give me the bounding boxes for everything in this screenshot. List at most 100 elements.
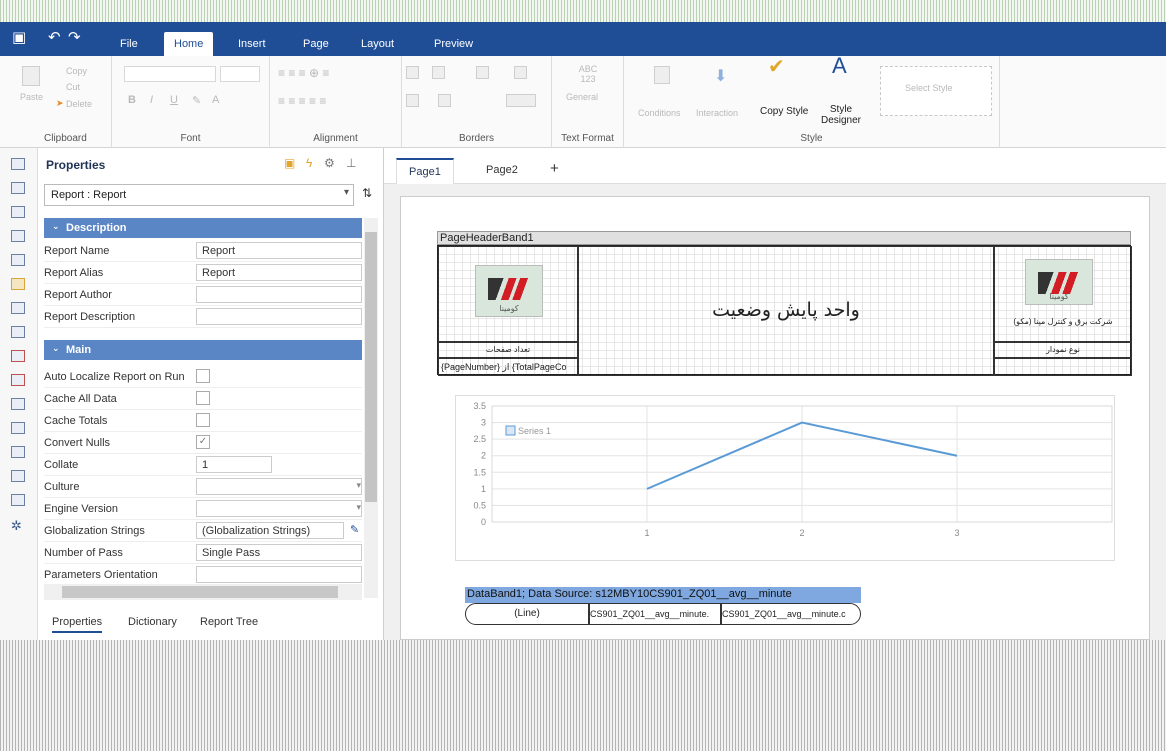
horizontal-scrollbar[interactable]	[44, 584, 362, 600]
cache-all-checkbox[interactable]	[196, 391, 210, 405]
empty-cell[interactable]	[994, 358, 1132, 376]
value-cell-2[interactable]: CS901_ZQ01__avg__minute.c	[721, 603, 861, 625]
number-of-pass-select[interactable]: Single Pass	[196, 544, 362, 561]
scroll-thumb[interactable]	[62, 586, 338, 598]
paste-button[interactable]: Paste	[20, 92, 43, 102]
rich-text-icon[interactable]	[11, 374, 25, 386]
category-description[interactable]: ⌄ Description	[44, 218, 362, 238]
chart-type-cell[interactable]: نوع نمودار	[994, 342, 1132, 358]
border-style-icon[interactable]	[506, 94, 536, 107]
events-icon[interactable]: ▣	[284, 156, 295, 170]
interaction-button[interactable]: Interaction	[696, 108, 738, 118]
tab-home[interactable]: Home	[164, 32, 214, 56]
left-logo-cell[interactable]: کومینا	[438, 246, 578, 342]
save-icon[interactable]: ▣	[12, 30, 26, 46]
font-size-select[interactable]	[220, 66, 260, 82]
engine-version-select[interactable]: ▾	[196, 500, 362, 517]
parameters-orientation-select[interactable]	[196, 566, 362, 583]
globalization-input[interactable]: (Globalization Strings)	[196, 522, 344, 539]
scroll-thumb[interactable]	[365, 232, 377, 502]
image-icon[interactable]	[11, 326, 25, 338]
align-top-icons[interactable]: ≡ ≡ ≡ ⊕ ≡	[278, 66, 329, 80]
copy-style-button[interactable]: Copy Style	[760, 106, 808, 117]
data-band[interactable]: DataBand1; Data Source: s12MBY10CS901_ZQ…	[465, 587, 861, 641]
tab-insert[interactable]: Insert	[238, 38, 266, 50]
subreport-icon[interactable]	[11, 254, 25, 266]
pin-icon[interactable]: ⊥	[346, 156, 356, 170]
cross-band-icon[interactable]	[11, 182, 25, 194]
border-none-icon[interactable]	[406, 66, 419, 79]
tab-file[interactable]: File	[120, 38, 138, 50]
font-name-select[interactable]	[124, 66, 216, 82]
convert-nulls-checkbox[interactable]: ✓	[196, 435, 210, 449]
tab-preview[interactable]: Preview	[434, 38, 473, 50]
conditions-button[interactable]: Conditions	[638, 108, 681, 118]
cut-button[interactable]: Cut	[66, 82, 80, 92]
interaction-icon[interactable]: ⬇	[714, 66, 727, 86]
bold-icon[interactable]: B	[128, 94, 136, 106]
border-outside-icon[interactable]	[476, 66, 489, 79]
checkbox-tool-icon[interactable]	[11, 422, 25, 434]
copy-style-icon[interactable]: ✔	[768, 57, 785, 77]
culture-select[interactable]: ▾	[196, 478, 362, 495]
pages-label-cell[interactable]: تعداد صفحات	[438, 342, 578, 358]
report-name-input[interactable]: Report	[196, 242, 362, 259]
map-icon[interactable]	[11, 494, 25, 506]
fill-color-icon[interactable]	[438, 94, 451, 107]
band-icon[interactable]	[11, 158, 25, 170]
vertical-scrollbar[interactable]	[364, 218, 378, 598]
select-style-box[interactable]: Select Style	[880, 66, 992, 116]
report-description-input[interactable]	[196, 308, 362, 325]
page-header-band-title[interactable]: PageHeaderBand1	[437, 231, 1131, 245]
auto-localize-checkbox[interactable]	[196, 369, 210, 383]
delete-icon[interactable]: ➤	[56, 98, 64, 109]
panel-icon[interactable]	[11, 230, 25, 242]
zipcode-icon[interactable]	[11, 470, 25, 482]
report-author-input[interactable]	[196, 286, 362, 303]
style-designer-icon[interactable]: A	[832, 55, 847, 77]
underline-icon[interactable]: U	[170, 94, 178, 106]
barcode-icon[interactable]	[11, 446, 25, 458]
border-all-icon[interactable]	[432, 66, 445, 79]
font-color-icon[interactable]: A	[212, 94, 219, 106]
line-cell[interactable]: (Line)	[465, 603, 589, 625]
redo-icon[interactable]: ↷	[68, 30, 81, 46]
delete-button[interactable]: Delete	[66, 99, 92, 109]
textformat-general[interactable]: General	[566, 92, 598, 102]
border-shadow-icon[interactable]	[406, 94, 419, 107]
style-designer-button[interactable]: Style Designer	[818, 104, 864, 126]
settings-tool-icon[interactable]: ✲	[11, 518, 22, 534]
conditions-icon[interactable]	[654, 66, 670, 84]
category-main[interactable]: ⌄ Main	[44, 340, 362, 360]
collate-input[interactable]: 1	[196, 456, 272, 473]
chart-icon[interactable]	[11, 278, 25, 290]
page-header-band[interactable]: کومینا تعداد صفحات {PageNumber} از {Tota…	[437, 245, 1132, 376]
tab-page1[interactable]: Page1	[396, 158, 454, 184]
line-chart[interactable]: 0 0.5 1 1.5 2 2.5 3 3.5 1 2 3 Series 1	[455, 395, 1115, 561]
tab-properties[interactable]: Properties	[52, 616, 103, 633]
border-inside-icon[interactable]	[514, 66, 527, 79]
cache-totals-checkbox[interactable]	[196, 413, 210, 427]
report-alias-input[interactable]: Report	[196, 264, 362, 281]
paste-icon[interactable]	[22, 66, 40, 86]
align-horizontal-icons[interactable]: ≡ ≡ ≡ ≡ ≡	[278, 94, 326, 108]
title-cell[interactable]: واحد پایش وضعیت	[578, 246, 994, 376]
pencil-icon[interactable]: ✎	[350, 523, 359, 536]
object-selector[interactable]: Report : Report ▾	[44, 184, 354, 206]
tab-page2[interactable]: Page2	[474, 158, 530, 184]
italic-icon[interactable]: I	[150, 94, 153, 106]
page-number-cell[interactable]: {PageNumber} از {TotalPageCo	[438, 358, 578, 376]
lightning-icon[interactable]: ϟ	[306, 156, 312, 170]
value-cell-1[interactable]: CS901_ZQ01__avg__minute.	[589, 603, 721, 625]
table-icon[interactable]	[11, 302, 25, 314]
undo-icon[interactable]: ↶	[48, 30, 61, 46]
shape-icon[interactable]	[11, 398, 25, 410]
gear-icon[interactable]: ⚙	[324, 156, 335, 170]
tab-layout[interactable]: Layout	[361, 38, 394, 50]
container-icon[interactable]	[11, 206, 25, 218]
highlight-icon[interactable]: ✎	[192, 94, 201, 107]
right-logo-cell[interactable]: کومینا شرکت برق و کنترل مپنا (مکو)	[994, 246, 1132, 342]
sort-icon[interactable]: ⇅	[362, 186, 372, 200]
copy-button[interactable]: Copy	[66, 66, 87, 76]
tab-report-tree[interactable]: Report Tree	[200, 616, 258, 628]
